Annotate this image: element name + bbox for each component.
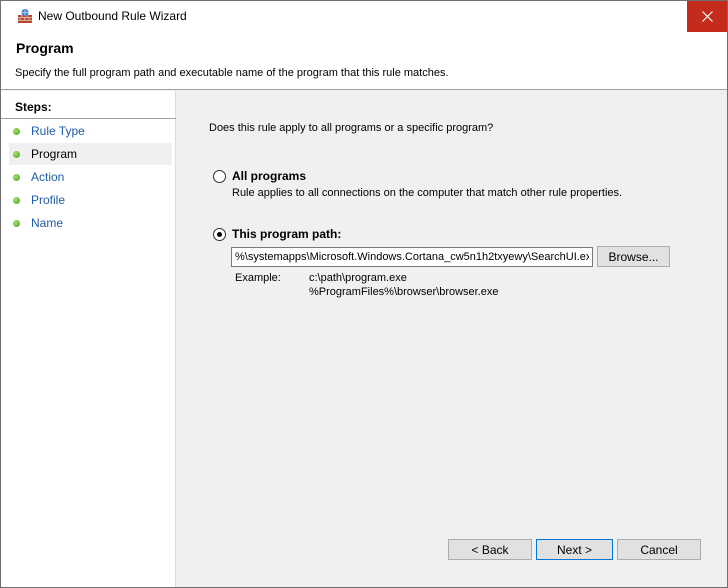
step-rule-type[interactable]: Rule Type (9, 120, 172, 142)
example-label: Example: (235, 272, 281, 284)
step-program[interactable]: Program (9, 143, 172, 165)
green-dot-icon (13, 173, 20, 181)
title-bar[interactable]: New Outbound Rule Wizard (1, 1, 727, 32)
step-label: Rule Type (31, 124, 85, 138)
cancel-button[interactable]: Cancel (617, 539, 701, 560)
scope-question: Does this rule apply to all programs or … (209, 122, 494, 134)
step-label: Name (31, 216, 64, 230)
back-button[interactable]: < Back (448, 539, 532, 560)
all-programs-description: Rule applies to all connections on the c… (232, 187, 623, 199)
step-label: Action (31, 170, 65, 184)
wizard-window: New Outbound Rule Wizard Program Specify… (0, 0, 728, 588)
next-button[interactable]: Next > (536, 539, 613, 560)
step-action[interactable]: Action (9, 166, 172, 188)
all-programs-radio[interactable] (213, 170, 226, 183)
green-dot-icon (13, 219, 20, 227)
example-path-1: c:\path\program.exe (309, 272, 407, 284)
green-dot-icon (13, 196, 20, 204)
step-profile[interactable]: Profile (9, 189, 172, 211)
green-dot-icon (13, 127, 20, 135)
close-icon (701, 11, 713, 22)
step-name[interactable]: Name (9, 212, 172, 234)
page-description: Specify the full program path and execut… (15, 67, 449, 79)
this-program-radio[interactable] (213, 228, 226, 241)
window-title: New Outbound Rule Wizard (38, 9, 187, 23)
green-dot-icon (13, 150, 20, 158)
wizard-header: Program Specify the full program path an… (1, 32, 727, 90)
content-panel: Does this rule apply to all programs or … (177, 91, 727, 587)
close-button[interactable] (687, 1, 727, 32)
this-program-label[interactable]: This program path: (232, 227, 341, 241)
step-label: Program (31, 147, 78, 161)
program-path-input[interactable] (231, 247, 593, 267)
example-path-2: %ProgramFiles%\browser\browser.exe (309, 286, 499, 298)
firewall-icon (17, 8, 33, 24)
steps-panel: Steps: Rule Type Program Action Profile … (1, 91, 176, 587)
browse-button[interactable]: Browse... (597, 246, 670, 267)
page-title: Program (16, 40, 74, 56)
step-label: Profile (31, 193, 66, 207)
all-programs-label[interactable]: All programs (232, 169, 306, 183)
steps-heading: Steps: (1, 97, 176, 119)
